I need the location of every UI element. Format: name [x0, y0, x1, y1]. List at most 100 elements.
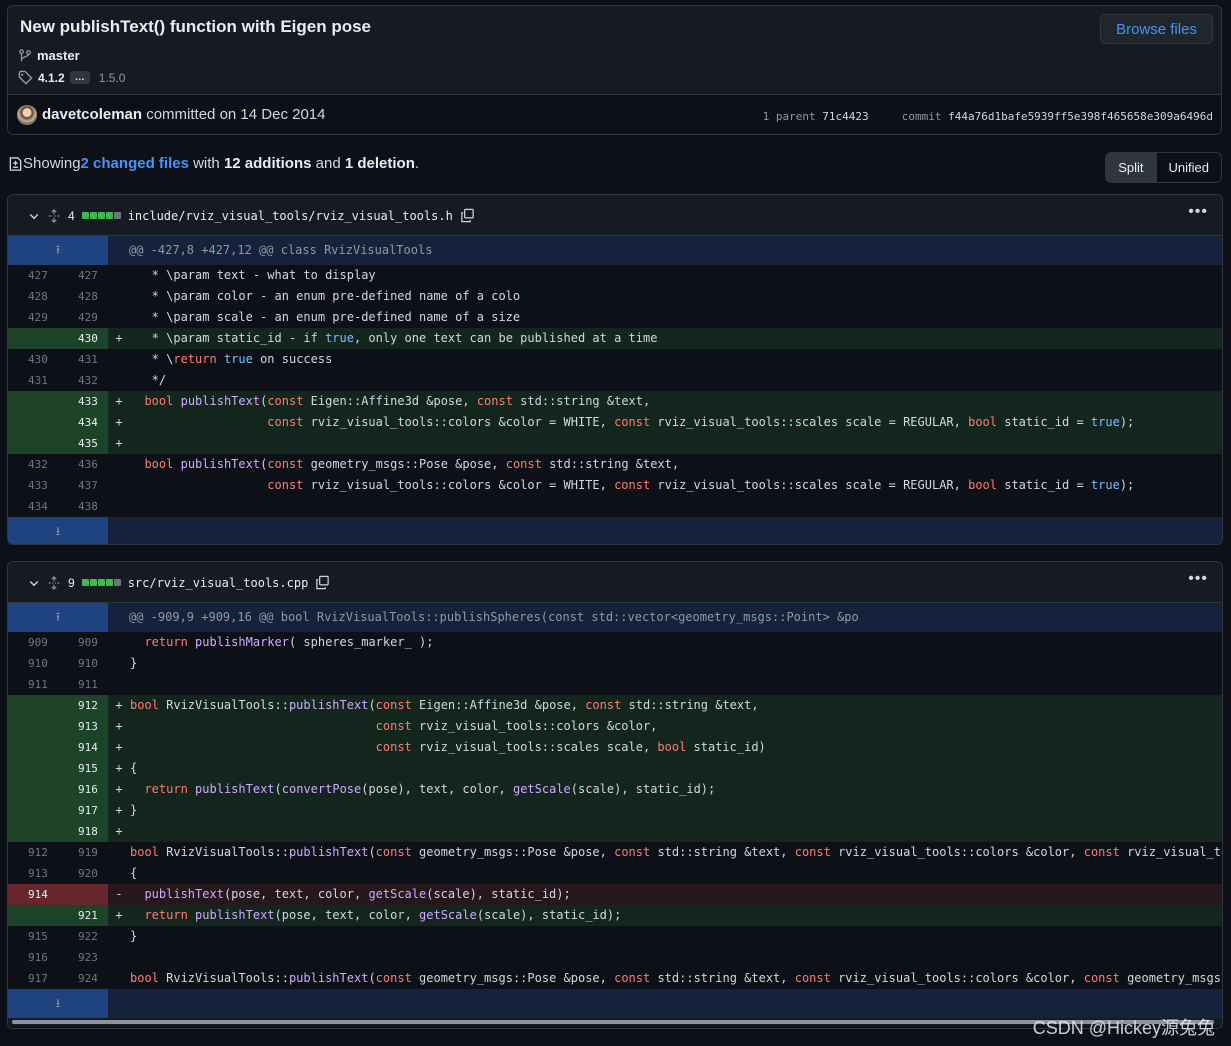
old-line-number[interactable]: 914	[8, 884, 58, 905]
old-line-number[interactable]	[8, 905, 58, 926]
old-line-number[interactable]: 917	[8, 968, 58, 989]
new-line-number[interactable]: 916	[58, 779, 108, 800]
old-line-number[interactable]: 428	[8, 286, 58, 307]
new-line-number[interactable]: 919	[58, 842, 108, 863]
unified-view-button[interactable]: Unified	[1155, 153, 1221, 182]
new-line-number[interactable]	[58, 884, 108, 905]
new-line-number[interactable]: 433	[58, 391, 108, 412]
new-line-number[interactable]: 914	[58, 737, 108, 758]
old-line-number[interactable]: 434	[8, 496, 58, 517]
new-line-number[interactable]: 432	[58, 370, 108, 391]
tag-expand-button[interactable]: …	[69, 71, 90, 84]
old-line-number[interactable]: 915	[8, 926, 58, 947]
avatar[interactable]	[17, 105, 37, 125]
new-line-number[interactable]: 921	[58, 905, 108, 926]
old-line-number[interactable]	[8, 737, 58, 758]
old-line-number[interactable]	[8, 716, 58, 737]
new-line-number[interactable]: 910	[58, 653, 108, 674]
new-line-number[interactable]: 915	[58, 758, 108, 779]
diff-sign: +	[108, 821, 130, 842]
new-line-number[interactable]: 438	[58, 496, 108, 517]
new-line-number[interactable]: 429	[58, 307, 108, 328]
old-line-number[interactable]: 432	[8, 454, 58, 475]
old-line-number[interactable]	[8, 758, 58, 779]
new-line-number[interactable]: 437	[58, 475, 108, 496]
new-line-number[interactable]: 923	[58, 947, 108, 968]
unfold-icon[interactable]	[47, 208, 61, 223]
old-line-number[interactable]	[8, 391, 58, 412]
copy-icon[interactable]	[460, 208, 475, 223]
old-line-number[interactable]: 910	[8, 653, 58, 674]
new-line-number[interactable]: 436	[58, 454, 108, 475]
old-line-number[interactable]	[8, 328, 58, 349]
old-line-number[interactable]	[8, 800, 58, 821]
old-line-number[interactable]	[8, 433, 58, 454]
expand-down-icon[interactable]: ⭳	[8, 517, 108, 544]
new-line-number[interactable]: 427	[58, 265, 108, 286]
branch-name[interactable]: master	[37, 48, 80, 63]
old-line-number[interactable]: 911	[8, 674, 58, 695]
old-line-number[interactable]: 912	[8, 842, 58, 863]
new-line-number[interactable]: 912	[58, 695, 108, 716]
old-line-number[interactable]: 431	[8, 370, 58, 391]
old-line-number[interactable]: 433	[8, 475, 58, 496]
split-view-button[interactable]: Split	[1106, 153, 1156, 182]
changed-files-link[interactable]: 2 changed files	[81, 155, 189, 172]
new-line-number[interactable]: 434	[58, 412, 108, 433]
diff-sign	[108, 370, 130, 391]
new-line-number[interactable]: 918	[58, 821, 108, 842]
expand-down-icon[interactable]: ⭳	[8, 989, 108, 1018]
new-line-number[interactable]: 913	[58, 716, 108, 737]
expand-up-icon[interactable]: ⭱	[8, 236, 108, 265]
chevron-down-icon[interactable]	[28, 577, 40, 589]
new-line-number[interactable]: 920	[58, 863, 108, 884]
old-line-number[interactable]: 430	[8, 349, 58, 370]
code-text: }	[130, 656, 138, 670]
new-line-number[interactable]: 917	[58, 800, 108, 821]
file-path[interactable]: src/rviz_visual_tools.cpp	[128, 576, 309, 590]
commit-hash: f44a76d1bafe5939ff5e398f465658e309a6496d	[948, 110, 1213, 123]
file-header: 4 include/rviz_visual_tools/rviz_visual_…	[8, 195, 1222, 236]
old-line-number[interactable]: 913	[8, 863, 58, 884]
author-name[interactable]: davetcoleman	[42, 106, 142, 123]
new-line-number[interactable]: 430	[58, 328, 108, 349]
old-line-number[interactable]	[8, 779, 58, 800]
more-options-icon[interactable]: •••	[1188, 570, 1208, 588]
unfold-icon[interactable]	[47, 575, 61, 590]
new-line-number[interactable]: 431	[58, 349, 108, 370]
new-line-number[interactable]: 428	[58, 286, 108, 307]
branch-row: master	[18, 48, 80, 63]
more-options-icon[interactable]: •••	[1188, 203, 1208, 221]
old-line-number[interactable]: 909	[8, 632, 58, 653]
old-line-number[interactable]	[8, 821, 58, 842]
parent-hash-link[interactable]: 71c4423	[822, 110, 868, 123]
old-line-number[interactable]	[8, 695, 58, 716]
file-diff-icon[interactable]	[8, 156, 23, 172]
new-line-number[interactable]: 922	[58, 926, 108, 947]
code-text: }	[130, 929, 138, 943]
copy-icon[interactable]	[315, 575, 330, 590]
hunk-header: ⭱ @@ -427,8 +427,12 @@ class RvizVisualT…	[8, 236, 1222, 265]
context-line: 911 911	[8, 674, 1222, 695]
code-text: {	[130, 758, 1222, 779]
new-line-number[interactable]: 924	[58, 968, 108, 989]
new-line-number[interactable]: 435	[58, 433, 108, 454]
old-line-number[interactable]: 916	[8, 947, 58, 968]
summary-mid2: and	[311, 155, 345, 172]
code-text: return publishText(pose, text, color, ge…	[130, 905, 1222, 926]
tag-last[interactable]: 1.5.0	[99, 71, 126, 85]
old-line-number[interactable]: 429	[8, 307, 58, 328]
file-path[interactable]: include/rviz_visual_tools/rviz_visual_to…	[128, 209, 453, 223]
old-line-number[interactable]: 427	[8, 265, 58, 286]
browse-files-button[interactable]: Browse files	[1100, 14, 1213, 44]
new-line-number[interactable]: 911	[58, 674, 108, 695]
tag-first[interactable]: 4.1.2	[38, 71, 65, 85]
code-text: const rviz_visual_tools::colors &color =…	[267, 478, 1135, 492]
diff-sign	[108, 926, 130, 947]
code-text: publishText(pose, text, color, getScale(…	[130, 884, 1222, 905]
chevron-down-icon[interactable]	[28, 210, 40, 222]
new-line-number[interactable]: 909	[58, 632, 108, 653]
old-line-number[interactable]	[8, 412, 58, 433]
expand-up-icon[interactable]: ⭱	[8, 603, 108, 632]
